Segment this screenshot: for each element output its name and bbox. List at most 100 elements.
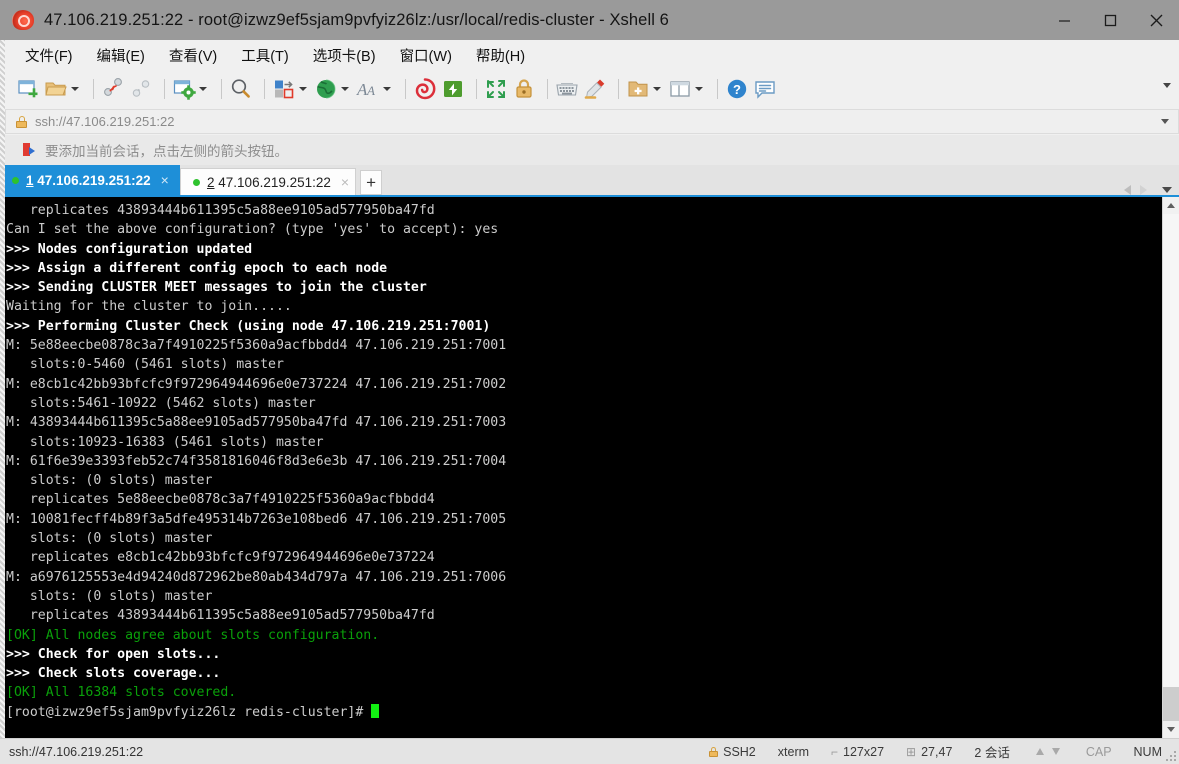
minimize-button[interactable] [1041, 0, 1087, 40]
disconnect-button[interactable] [101, 74, 125, 104]
transfer-file-dropdown-icon[interactable] [299, 87, 307, 91]
keyboard-button[interactable] [555, 74, 579, 104]
highlight-icon [583, 77, 607, 101]
new-tab-button[interactable]: + [360, 170, 382, 195]
menu-item-tab[interactable]: 选项卡(B) [311, 43, 378, 68]
session-properties-dropdown-icon[interactable] [199, 87, 207, 91]
resize-icon: ⌐ [831, 745, 838, 759]
svg-text:A: A [366, 83, 375, 98]
menu-bar: 文件(F) 编辑(E) 查看(V) 工具(T) 选项卡(B) 窗口(W) 帮助(… [0, 40, 1179, 70]
close-button[interactable] [1133, 0, 1179, 40]
terminal-line: replicates 43893444b611395c5a88ee9105ad5… [6, 606, 1162, 625]
toolbar-separator [618, 79, 619, 99]
arrow-up-icon [1036, 748, 1044, 755]
window-controls [1041, 0, 1179, 40]
new-session-icon [16, 77, 40, 101]
menu-item-tools[interactable]: 工具(T) [239, 43, 291, 68]
scrollbar-thumb[interactable] [1163, 687, 1179, 721]
tab-1[interactable]: 1 47.106.219.251:22 × [0, 165, 180, 195]
menu-item-edit[interactable]: 编辑(E) [95, 43, 147, 68]
menu-item-help[interactable]: 帮助(H) [474, 43, 527, 68]
terminal-line: slots: (0 slots) master [6, 587, 1162, 606]
chevron-right-icon[interactable] [1140, 185, 1147, 195]
cursor-pos-icon: ⊞ [906, 745, 916, 759]
address-input[interactable]: ssh://47.106.219.251:22 [35, 114, 175, 129]
menu-item-file[interactable]: 文件(F) [23, 43, 75, 68]
web-browser-button[interactable] [314, 74, 352, 104]
chat-button[interactable] [753, 74, 777, 104]
terminal-scrollbar[interactable] [1162, 197, 1179, 738]
status-right-group: SSH2 xterm ⌐ 127x27 ⊞ 27,47 2 会话 CAP NUM [698, 742, 1179, 761]
arrange-panes-button[interactable] [668, 74, 706, 104]
tab-2-label: 2 47.106.219.251:22 [207, 175, 331, 190]
tab-navigation [1124, 185, 1179, 195]
window-edge-hatch [0, 40, 5, 738]
new-folder-button[interactable] [626, 74, 664, 104]
terminal-line: >>> Assign a different config epoch to e… [6, 259, 1162, 278]
scroll-down-button[interactable] [1163, 721, 1179, 738]
terminal-line: slots: (0 slots) master [6, 529, 1162, 548]
chevron-left-icon[interactable] [1124, 185, 1131, 195]
address-bar-row: ssh://47.106.219.251:22 [0, 108, 1179, 135]
font-dropdown-icon[interactable] [383, 87, 391, 91]
title-bar: 47.106.219.251:22 - root@izwz9ef5sjam9pv… [0, 0, 1179, 40]
new-folder-icon [626, 77, 650, 101]
chevron-down-icon[interactable] [1161, 119, 1169, 124]
search-icon [229, 77, 253, 101]
terminal-output[interactable]: replicates 43893444b611395c5a88ee9105ad5… [0, 197, 1162, 738]
session-properties-icon [172, 77, 196, 101]
font-icon: A A [356, 77, 380, 101]
maximize-button[interactable] [1087, 0, 1133, 40]
terminal-line: [OK] All nodes agree about slots configu… [6, 626, 1162, 645]
xftp-button[interactable] [413, 74, 437, 104]
highlight-button[interactable] [583, 74, 607, 104]
tab-2[interactable]: 2 47.106.219.251:22 × [180, 168, 356, 195]
terminal-line: Can I set the above configuration? (type… [6, 220, 1162, 239]
tab-2-close-icon[interactable]: × [341, 175, 349, 189]
terminal-line: >>> Nodes configuration updated [6, 240, 1162, 259]
snail-icon [12, 8, 36, 32]
transfer-file-button[interactable] [272, 74, 310, 104]
find-button[interactable] [229, 74, 253, 104]
tab-1-close-icon[interactable]: × [161, 173, 169, 187]
font-button[interactable]: A A [356, 74, 394, 104]
open-session-button[interactable] [44, 74, 82, 104]
status-dot-icon [193, 179, 200, 186]
open-session-dropdown-icon[interactable] [71, 87, 79, 91]
address-bar[interactable]: ssh://47.106.219.251:22 [5, 109, 1179, 134]
toolbar-overflow-icon[interactable] [1163, 83, 1171, 88]
terminal-line: M: 10081fecff4b89f3a5dfe495314b7263e108b… [6, 510, 1162, 529]
status-sessions: 2 会话 [963, 742, 1020, 761]
reconnect-button[interactable] [129, 74, 153, 104]
chevron-up-icon [1167, 203, 1175, 208]
terminal-line: M: a6976125553e4d94240d872962be80ab434d7… [6, 568, 1162, 587]
terminal-line: replicates 5e88eecbe0878c3a7f4910225f536… [6, 490, 1162, 509]
terminal-line: slots:5461-10922 (5462 slots) master [6, 394, 1162, 413]
lock-icon [16, 116, 27, 128]
menu-item-view[interactable]: 查看(V) [167, 43, 219, 68]
web-browser-dropdown-icon[interactable] [341, 87, 349, 91]
arrange-panes-dropdown-icon[interactable] [695, 87, 703, 91]
xagent-button[interactable] [441, 74, 465, 104]
arrow-down-icon [1052, 748, 1060, 755]
chevron-down-icon[interactable] [1162, 187, 1172, 193]
terminal-line: Waiting for the cluster to join..... [6, 297, 1162, 316]
status-size-label: 127x27 [843, 745, 884, 759]
lock-button[interactable] [512, 74, 536, 104]
session-properties-button[interactable] [172, 74, 210, 104]
new-folder-dropdown-icon[interactable] [653, 87, 661, 91]
status-connection: ssh://47.106.219.251:22 [0, 745, 143, 759]
resize-grip[interactable] [1166, 751, 1176, 761]
menu-item-window[interactable]: 窗口(W) [398, 43, 454, 68]
new-session-button[interactable] [16, 74, 40, 104]
terminal-line: [OK] All 16384 slots covered. [6, 683, 1162, 702]
terminal-line: M: e8cb1c42bb93bfcfc9f972964944696e0e737… [6, 375, 1162, 394]
terminal-line: >>> Check for open slots... [6, 645, 1162, 664]
fullscreen-button[interactable] [484, 74, 508, 104]
scroll-up-button[interactable] [1163, 197, 1179, 214]
help-button[interactable]: ? [725, 74, 749, 104]
toolbar-separator [547, 79, 548, 99]
tab-bar: 1 47.106.219.251:22 × 2 47.106.219.251:2… [0, 165, 1179, 195]
scrollbar-track[interactable] [1163, 214, 1179, 721]
help-icon: ? [725, 77, 749, 101]
